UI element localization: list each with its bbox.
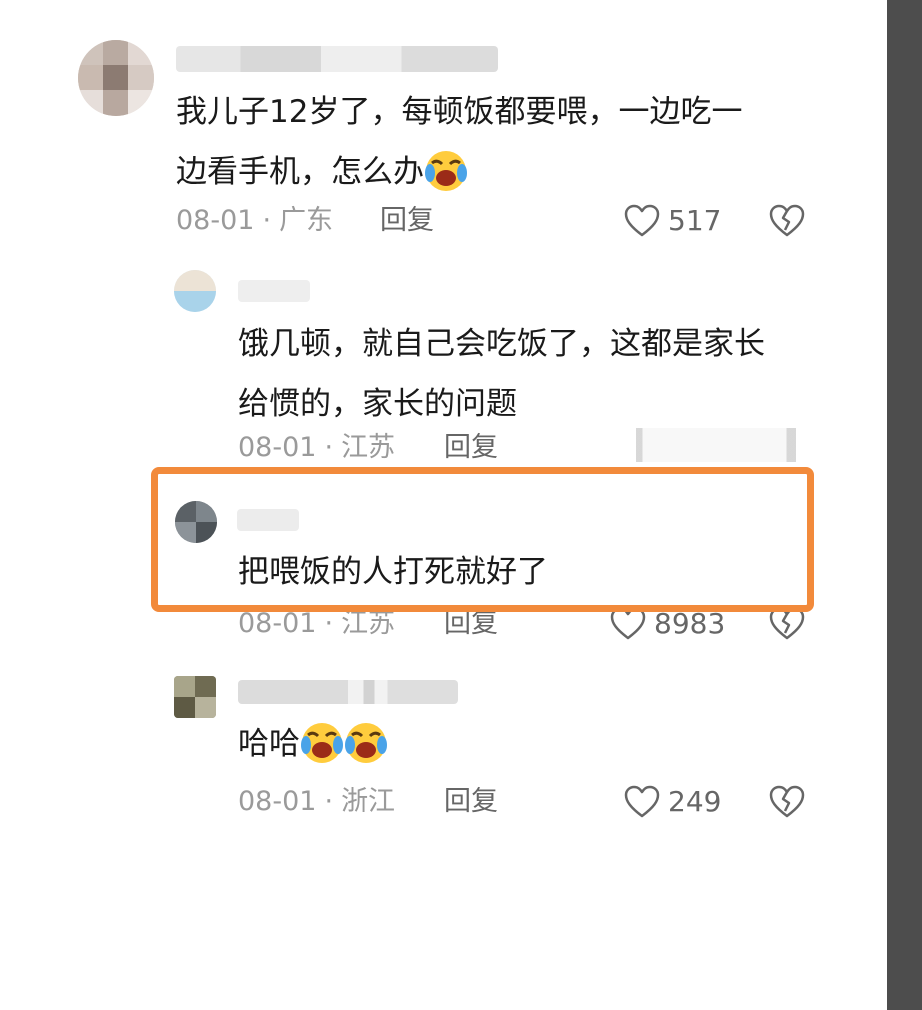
comment-text: 饿几顿，就自己会吃饭了，这都是家长 给惯的，家长的问题	[238, 326, 765, 422]
comment-date: 08-01	[176, 205, 255, 236]
comment-region: 江苏	[341, 432, 396, 463]
comment-meta: 08-01 · 浙江	[238, 786, 396, 817]
laughing-crying-emoji	[301, 722, 343, 763]
username-blurred[interactable]	[237, 509, 299, 531]
reply-button[interactable]: 回复	[444, 428, 498, 468]
highlight-box: 把喂饭的人打死就好了	[151, 467, 814, 612]
laughing-crying-emoji	[425, 150, 467, 191]
broken-heart-icon[interactable]	[769, 785, 805, 819]
reply-button[interactable]: 回复	[380, 201, 434, 241]
username-blurred[interactable]	[176, 46, 498, 72]
like-button[interactable]: 249	[624, 782, 721, 822]
like-button[interactable]: 517	[624, 201, 721, 241]
laughing-crying-emoji	[345, 722, 387, 763]
comment-date: 08-01	[238, 786, 317, 817]
heart-icon	[624, 785, 660, 818]
comment-text: 把喂饭的人打死就好了	[238, 554, 548, 590]
like-count: 249	[668, 785, 722, 818]
comment-region: 浙江	[341, 786, 396, 817]
comment-date: 08-01	[238, 608, 317, 639]
comment-date: 08-01	[238, 432, 317, 463]
comment-region: 广东	[279, 205, 334, 236]
comment-meta: 08-01 · 广东	[176, 205, 334, 236]
comment-text: 哈哈	[238, 714, 388, 774]
avatar[interactable]	[174, 676, 216, 718]
like-count-blurred	[636, 428, 796, 462]
avatar[interactable]	[78, 40, 154, 116]
username-blurred[interactable]	[238, 280, 310, 302]
avatar[interactable]	[175, 501, 217, 543]
like-count: 517	[668, 204, 722, 237]
reply-button[interactable]: 回复	[444, 782, 498, 822]
heart-icon	[624, 204, 660, 237]
comment-meta: 08-01 · 江苏	[238, 432, 396, 463]
right-edge-bar	[887, 0, 922, 1010]
broken-heart-icon[interactable]	[769, 204, 805, 238]
heart-icon	[610, 607, 646, 640]
comment-region: 江苏	[341, 608, 396, 639]
comment-text: 我儿子12岁了，每顿饭都要喂，一边吃一 边看手机，怎么办	[176, 82, 742, 202]
avatar[interactable]	[174, 270, 216, 312]
username-blurred[interactable]	[238, 680, 458, 704]
broken-heart-icon[interactable]	[769, 607, 805, 641]
